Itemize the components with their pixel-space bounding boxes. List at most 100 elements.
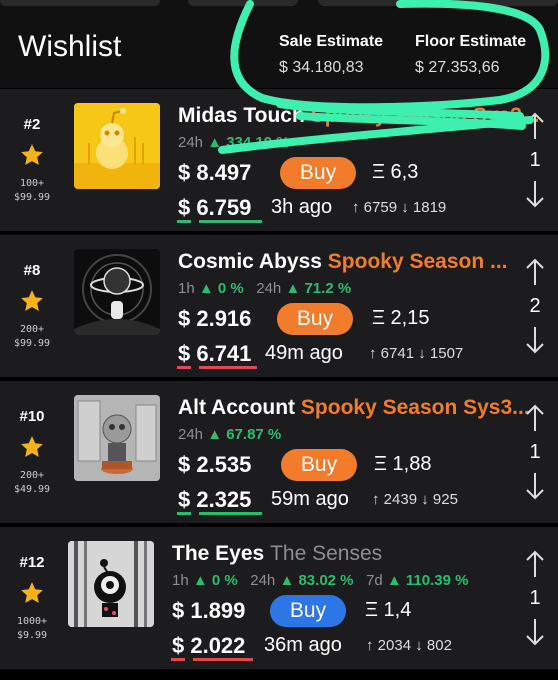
change-1h-value: ▲ 0 % [198,280,244,297]
item-order: 1 [529,441,541,463]
sale-estimate-label: Sale Estimate [279,33,384,50]
last-sale-underline [199,366,257,369]
item-name[interactable]: Midas Touch Spooky Season Sys3... [178,104,539,128]
collection-name[interactable]: Spooky Season ... [328,250,508,273]
price-changes: 1h ▲ 0 % 24h ▲ 71.2 % [178,280,351,297]
change-7d-label: 7d [366,572,383,589]
buy-button[interactable]: Buy [277,303,353,335]
eth-price: Ξ 1,4 [365,599,412,621]
last-sale-underline [193,658,253,661]
item-order: 2 [529,295,541,317]
downvote-arrow-icon[interactable] [524,471,546,501]
last-sale-underline [177,512,191,515]
nft-thumbnail[interactable] [74,395,160,481]
change-1h-value: ▲ 0 % [192,572,238,589]
upvote-arrow-icon[interactable] [524,111,546,141]
item-rank: #2 [23,116,41,133]
upvote-count: ↑ 6759 [352,199,398,216]
supply-count: 1000+ [16,616,48,627]
last-sale-time: 36m ago [264,634,342,656]
item-price: $ 2.916 [178,306,252,331]
header-tab-pill[interactable] [188,0,298,6]
last-sale-underline [171,658,185,661]
item-rank: #8 [23,262,41,279]
star-icon[interactable] [19,580,45,606]
header-tab-pill[interactable] [318,0,428,6]
item-name[interactable]: Alt Account Spooky Season Sys3... [178,396,530,420]
collection-name[interactable]: Spooky Season Sys3... [311,104,540,127]
last-sale-price: $ 2.325 [178,487,252,512]
page-title: Wishlist [18,30,122,63]
downvote-arrow-icon[interactable] [524,617,546,647]
last-sale-price: $ 6.759 [178,195,252,220]
sale-estimate-value: $ 34.180,83 [279,59,364,76]
supply-count: 200+ [19,470,45,481]
price-changes: 24h ▲ 334.19 % [178,134,290,151]
buy-button[interactable]: Buy [280,157,356,189]
vote-counts: ↑ 6759 ↓ 1819 [352,199,446,216]
wishlist-item[interactable]: #2 100+ $99.99 Midas Touch Spooky Season … [0,89,558,231]
supply-count: 200+ [19,324,45,335]
star-icon[interactable] [19,434,45,460]
nft-name: Cosmic Abyss [178,250,322,273]
downvote-arrow-icon[interactable] [524,179,546,209]
supply-price: $9.99 [16,630,48,641]
last-sale-underline [177,220,191,223]
sale-estimate: Sale Estimate $ 34.180,83 [279,33,383,77]
last-sale-time: 59m ago [271,488,349,510]
upvote-arrow-icon[interactable] [524,257,546,287]
supply-count: 100+ [19,178,45,189]
upvote-count: ↑ 6741 [369,345,415,362]
item-order: 1 [529,149,541,171]
item-rank: #10 [19,408,45,425]
item-supply: 1000+ $9.99 [0,615,64,643]
upvote-arrow-icon[interactable] [524,403,546,433]
wishlist-header: Wishlist Sale Estimate $ 34.180,83 Floor… [0,0,558,88]
collection-name[interactable]: The Senses [270,542,382,565]
floor-estimate-value: $ 27.353,66 [415,59,500,76]
header-tab-pill[interactable] [450,0,558,6]
last-sale-price: $ 6.741 [178,341,252,366]
item-name[interactable]: Cosmic Abyss Spooky Season ... [178,250,508,274]
item-order: 1 [529,587,541,609]
wishlist-item[interactable]: #12 1000+ $9.99 The Eyes The Senses 1h ▲ … [0,527,558,669]
change-24h-label: 24h [250,572,276,589]
item-supply: 100+ $99.99 [0,177,64,205]
item-supply: 200+ $99.99 [0,323,64,351]
eth-price: Ξ 6,3 [372,161,419,183]
item-rank: #12 [19,554,45,571]
wishlist-item[interactable]: #8 200+ $99.99 Cosmic Abyss Spooky Season… [0,235,558,377]
item-supply: 200+ $49.99 [0,469,64,497]
item-price: $ 1.899 [172,598,246,623]
supply-price: $99.99 [13,338,51,349]
wishlist-item[interactable]: #10 200+ $49.99 Alt Account Spooky Season… [0,381,558,523]
vote-counts: ↑ 2439 ↓ 925 [372,491,458,508]
nft-thumbnail[interactable] [74,249,160,335]
floor-estimate-label: Floor Estimate [415,33,527,50]
buy-button[interactable]: Buy [281,449,357,481]
header-tab-pill[interactable] [0,0,160,6]
downvote-count: ↓ 1819 [401,199,447,216]
last-sale-underline [199,512,262,515]
nft-thumbnail[interactable] [74,103,160,189]
nft-thumbnail[interactable] [68,541,154,627]
last-sale-underline [199,220,262,223]
supply-price: $49.99 [13,484,51,495]
change-24h-label: 24h [256,280,282,297]
vote-counts: ↑ 6741 ↓ 1507 [369,345,463,362]
upvote-arrow-icon[interactable] [524,549,546,579]
nft-name: Midas Touch [178,104,305,127]
nft-name: Alt Account [178,396,296,419]
last-sale-underline [177,366,191,369]
buy-button[interactable]: Buy [270,595,346,627]
star-icon[interactable] [19,288,45,314]
nft-name: The Eyes [172,542,265,565]
collection-name[interactable]: Spooky Season Sys3... [301,396,530,419]
change-1h-label: 1h [178,280,195,297]
eth-price: Ξ 2,15 [372,307,430,329]
downvote-arrow-icon[interactable] [524,325,546,355]
change-1h-label: 1h [172,572,189,589]
item-name[interactable]: The Eyes The Senses [172,542,382,566]
star-icon[interactable] [19,142,45,168]
change-24h-value: ▲ 83.02 % [279,572,354,589]
